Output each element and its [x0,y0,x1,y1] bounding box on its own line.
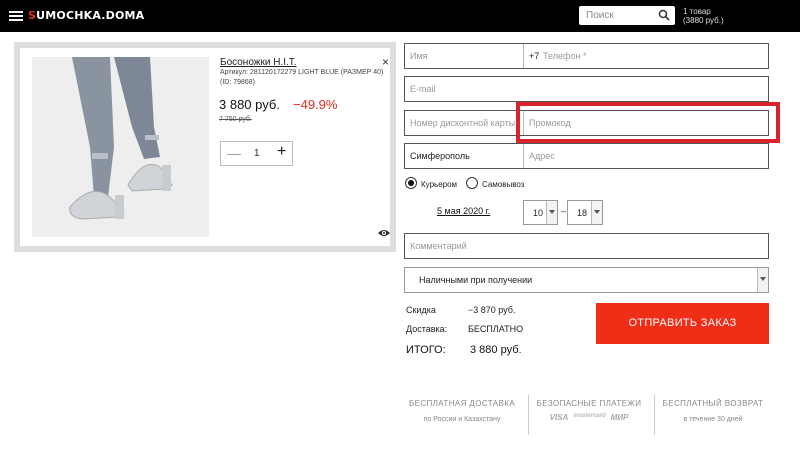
time-to-select[interactable]: 18 [567,200,603,225]
logo[interactable]: SUMOCHKA.DOMA [28,9,144,22]
eye-icon[interactable] [378,228,390,238]
feature-safe-payments: БЕЗОПАСНЫЕ ПЛАТЕЖИ VISA mastercard МИР [527,399,651,422]
product-title[interactable]: Босоножки H.I.T. [220,57,297,68]
phone-prefix: +7 [529,51,540,61]
mir-logo: МИР [610,413,629,422]
product-price: 3 880 руб. [219,97,280,112]
time-from-select[interactable]: 10 [523,200,558,225]
city-address-row: Симферополь Адрес [404,143,769,169]
summary-discount-value: −3 870 руб. [468,305,516,315]
quantity-value[interactable]: 1 [254,148,260,159]
pickup-label[interactable]: Самовывоз [482,180,524,189]
promo-highlight [516,102,780,143]
product-image[interactable] [32,57,209,237]
product-article: Артикул: 281120172279 LIGHT BLUE (РАЗМЕР… [220,69,384,86]
courier-radio[interactable] [405,177,417,189]
product-card: Босоножки H.I.T. Артикул: 281120172279 L… [14,42,396,252]
submit-order-button[interactable]: ОТПРАВИТЬ ЗАКАЗ [596,303,769,344]
visa-logo: VISA [549,413,569,422]
quantity-stepper: — 1 + [220,141,293,166]
summary-total-value: 3 880 руб. [470,344,522,356]
city-field[interactable]: Симферополь [410,151,470,161]
old-price: 7 750 руб. [219,116,252,123]
discount-badge: −49.9% [293,97,338,112]
payment-select[interactable]: Наличными при получении [404,267,769,293]
courier-label[interactable]: Курьером [421,180,457,189]
summary-discount-label: Скидка [406,305,436,315]
delivery-date[interactable]: 5 мая 2020 г. [437,206,490,216]
minus-button[interactable]: — [227,145,241,161]
email-field[interactable]: E-mail [410,84,436,94]
close-icon[interactable]: × [382,55,389,69]
pickup-radio[interactable] [466,177,478,189]
summary-total-label: ИТОГО: [406,344,446,356]
address-field[interactable]: Адрес [529,151,555,161]
summary-delivery-label: Доставка: [406,324,448,334]
phone-field[interactable]: Телефон * [543,51,586,61]
name-field[interactable]: Имя [410,51,428,61]
name-phone-row: Имя +7 Телефон * [404,43,769,69]
search-box[interactable]: Поиск [579,6,675,25]
chevron-down-icon [591,201,602,224]
summary-delivery-value: БЕСПЛАТНО [468,324,524,334]
time-separator: – [561,206,567,216]
chevron-down-icon [546,201,557,224]
comment-box[interactable]: Комментарий [404,233,769,259]
discount-card-field[interactable]: Номер дисконтной карты [410,118,515,128]
top-bar: SUMOCHKA.DOMA Поиск 1 товар (3880 руб.) [0,0,800,32]
plus-button[interactable]: + [277,143,286,161]
payment-logos: VISA mastercard МИР [527,413,651,422]
chevron-down-icon [757,268,768,292]
feature-free-return: БЕСПЛАТНЫЙ ВОЗВРАТ в течение 30 дней [662,399,764,423]
menu-icon[interactable] [9,11,23,21]
email-field-box[interactable]: E-mail [404,76,769,102]
comment-field[interactable]: Комментарий [410,241,467,251]
cart-summary[interactable]: 1 товар (3880 руб.) [683,7,724,25]
feature-free-delivery: БЕСПЛАТНАЯ ДОСТАВКА по России и Казахста… [408,399,516,423]
mastercard-logo: mastercard [573,413,606,419]
search-input[interactable]: Поиск [586,10,614,21]
search-icon[interactable] [658,9,670,21]
